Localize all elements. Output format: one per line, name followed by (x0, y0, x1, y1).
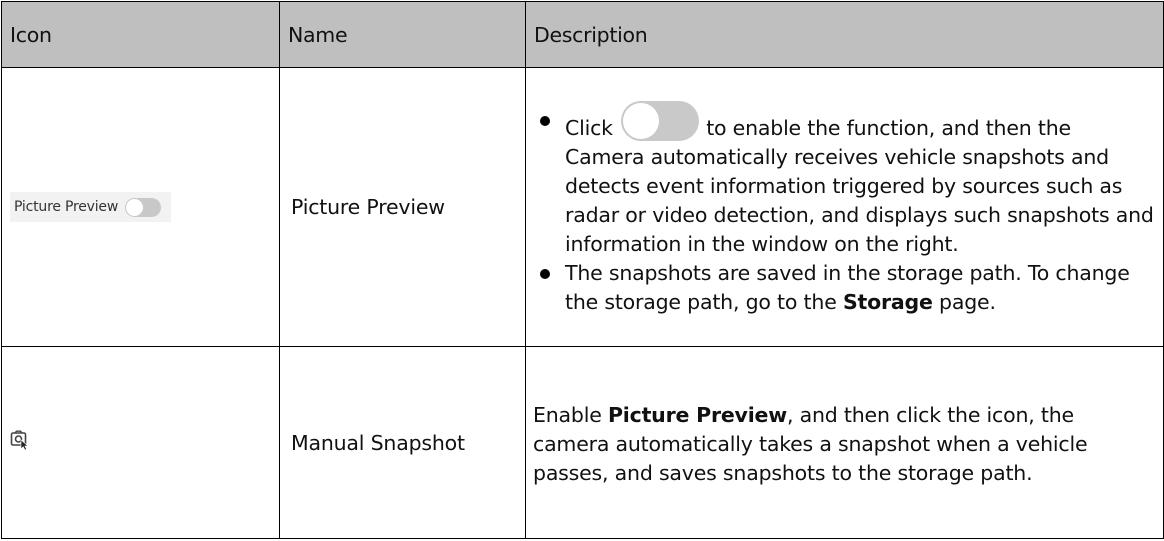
icon-cell (1, 346, 280, 539)
manual-snapshot-icon (10, 430, 30, 455)
header-icon: Icon (1, 1, 280, 68)
name-cell: Manual Snapshot (279, 346, 526, 539)
bullet-dot-icon (540, 269, 550, 279)
picture-preview-toggle-icon: Picture Preview (10, 192, 172, 222)
toggle-switch-off-icon (621, 101, 700, 141)
description-cell: Enable Picture Preview, and then click t… (525, 346, 1164, 539)
picture-preview-bold-text: Picture Preview (607, 403, 787, 427)
desc-text-enable: Enable (533, 403, 602, 427)
name-cell: Picture Preview (279, 67, 526, 347)
description-bullet: Click to enable the function, and then t… (533, 101, 1155, 259)
toggle-switch-small-icon (125, 197, 162, 217)
icon-description-table: Icon Name Description Picture Preview Pi… (1, 1, 1164, 539)
table-row: Manual Snapshot Enable Picture Preview, … (1, 346, 1164, 539)
storage-page-link-text: Storage (842, 290, 933, 314)
bullet-text-click: Click (565, 116, 613, 140)
table-row: Picture Preview Picture Preview Click to… (1, 67, 1164, 347)
header-description: Description (525, 1, 1164, 68)
bullet-dot-icon (540, 116, 550, 126)
header-name: Name (279, 1, 526, 68)
picture-preview-widget-label: Picture Preview (14, 199, 119, 215)
icon-cell: Picture Preview (1, 67, 280, 347)
table-header-row: Icon Name Description (1, 1, 1164, 68)
description-bullet: The snapshots are saved in the storage p… (533, 259, 1155, 317)
description-cell: Click to enable the function, and then t… (525, 67, 1164, 347)
bullet-text-page: page. (939, 290, 996, 314)
